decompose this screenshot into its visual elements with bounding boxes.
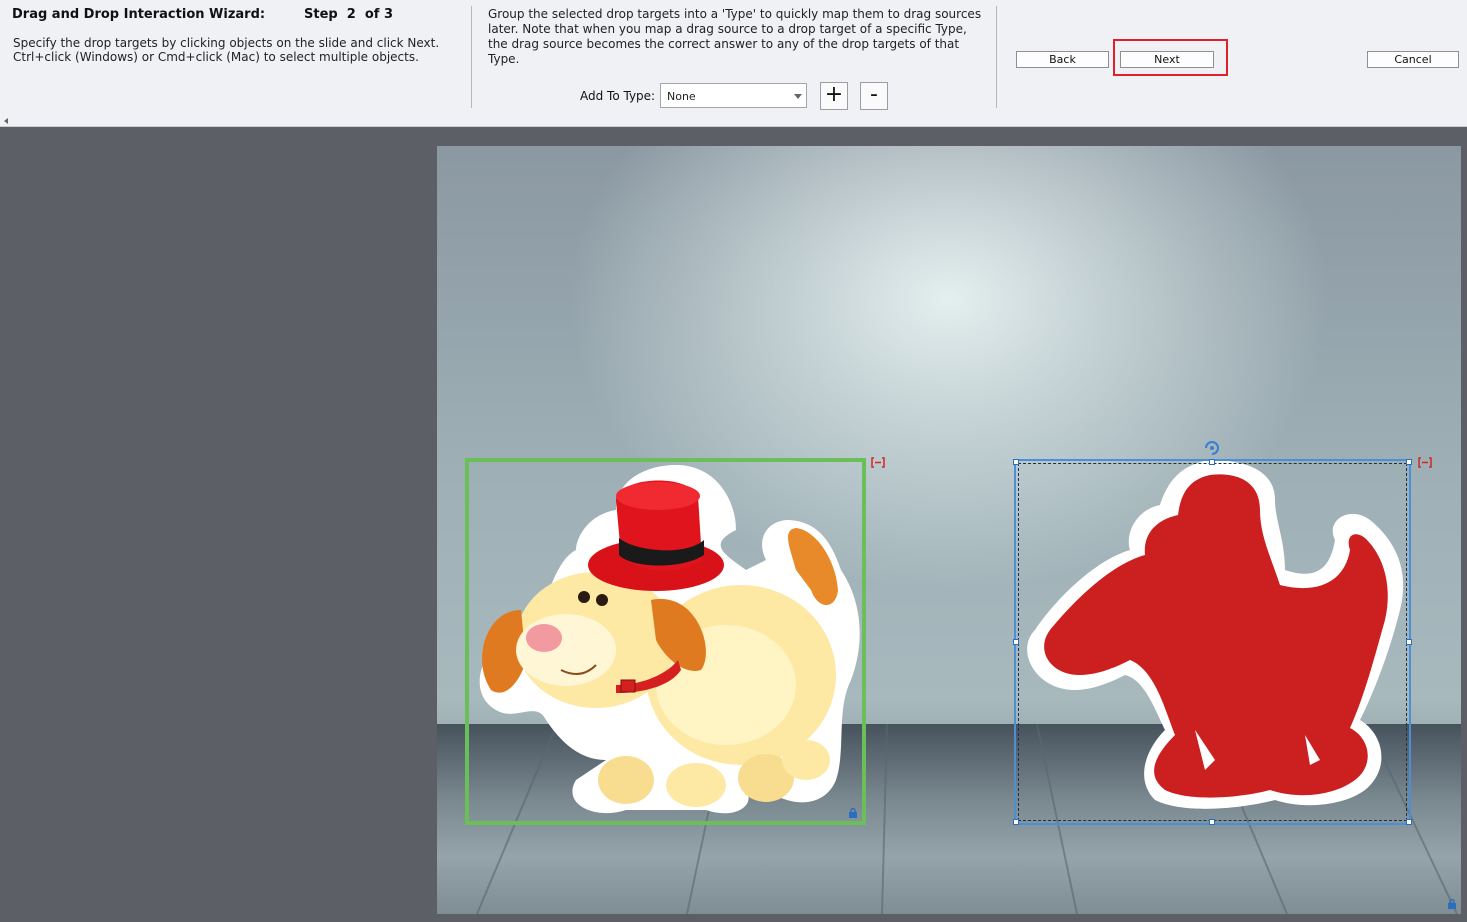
divider <box>996 6 997 108</box>
rotate-icon[interactable] <box>1203 440 1221 456</box>
instructions-text: Specify the drop targets by clicking obj… <box>13 36 440 64</box>
back-button[interactable]: Back <box>1016 51 1109 68</box>
wizard-title: Drag and Drop Interaction Wizard: <box>12 7 266 22</box>
lock-icon <box>1448 899 1456 909</box>
resize-handle[interactable] <box>1406 819 1412 825</box>
collapse-icon[interactable] <box>4 118 8 124</box>
step-indicator: Step 2 of 3 <box>304 7 394 22</box>
cancel-button[interactable]: Cancel <box>1367 51 1459 68</box>
type-select[interactable]: None <box>660 83 807 108</box>
next-button-highlight <box>1113 39 1228 76</box>
add-to-type-label: Add To Type: <box>580 89 656 103</box>
wizard-panel: Drag and Drop Interaction Wizard: Step 2… <box>0 0 1467 127</box>
resize-handle[interactable] <box>1013 459 1019 465</box>
divider <box>471 6 472 108</box>
chevron-down-icon <box>794 94 802 99</box>
resize-handle[interactable] <box>1013 819 1019 825</box>
exclude-icon[interactable] <box>1418 457 1432 468</box>
lock-icon <box>849 808 857 818</box>
type-note-text: Group the selected drop targets into a '… <box>488 7 982 66</box>
selection-dashed-outline <box>1018 463 1407 821</box>
exclude-icon[interactable] <box>871 457 885 468</box>
resize-handle[interactable] <box>1406 459 1412 465</box>
resize-handle[interactable] <box>1013 639 1019 645</box>
remove-type-button[interactable]: - <box>860 82 888 110</box>
drop-source-selection-box[interactable] <box>465 458 866 825</box>
resize-handle[interactable] <box>1209 459 1215 465</box>
resize-handle[interactable] <box>1406 639 1412 645</box>
drop-target-selection-box[interactable] <box>1014 459 1411 825</box>
add-type-button[interactable]: + <box>820 82 848 110</box>
type-select-value: None <box>667 90 696 103</box>
resize-handle[interactable] <box>1209 819 1215 825</box>
